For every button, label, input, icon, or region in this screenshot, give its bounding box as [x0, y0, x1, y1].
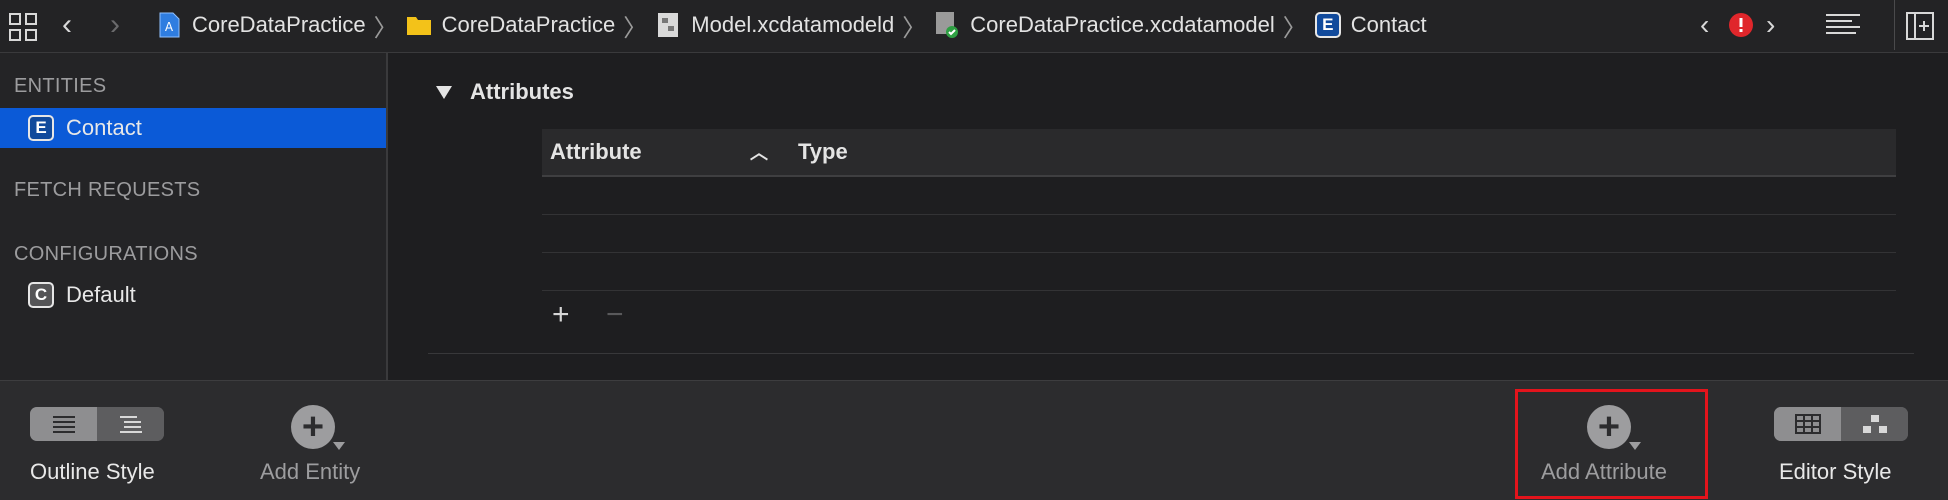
table-outline-button[interactable] [30, 407, 97, 441]
error-badge-icon[interactable] [1728, 12, 1754, 44]
breadcrumb-label: CoreDataPractice.xcdatamodel [970, 12, 1275, 37]
add-entity-label[interactable]: Add Entity [260, 459, 360, 485]
attributes-table: Attribute ︿ Type [542, 129, 1896, 291]
add-editor-icon[interactable] [1906, 12, 1934, 46]
next-issue-icon[interactable]: › [1766, 10, 1775, 40]
breadcrumb-entity[interactable]: E Contact [1314, 12, 1427, 38]
add-attribute-plus-icon[interactable]: + [552, 298, 570, 332]
jump-bar-right-tools: ‹ › [1688, 0, 1948, 50]
entities-heading: ENTITIES [14, 75, 107, 97]
breadcrumb-label: Contact [1350, 12, 1427, 37]
sidebar-item-label: Default [66, 282, 136, 307]
sort-ascending-icon[interactable]: ︿ [750, 139, 768, 165]
breadcrumb-label: CoreDataPractice [441, 12, 616, 37]
remove-attribute-minus-icon: − [606, 298, 624, 331]
document-items-icon[interactable] [1826, 12, 1860, 44]
column-header-type[interactable]: Type [798, 139, 848, 165]
breadcrumb-datamodel-version[interactable]: CoreDataPractice.xcdatamodel [934, 12, 1275, 38]
editor-style-label: Editor Style [1779, 459, 1892, 484]
folder-icon [406, 12, 432, 38]
add-entity-icon[interactable]: + [291, 405, 335, 449]
editor-style-control [1774, 407, 1908, 441]
breadcrumb-label: CoreDataPractice [192, 12, 366, 37]
configuration-icon: C [28, 282, 54, 308]
chevron-right-icon: 〉 [623, 14, 648, 42]
jump-bar: ‹ › A CoreDataPractice 〉 CoreDataPractic… [0, 0, 1948, 53]
sidebar: ENTITIES E Contact FETCH REQUESTS CONFIG… [0, 53, 388, 380]
bottom-toolbar: Outline Style + Add Entity + Add Attribu… [0, 380, 1948, 500]
breadcrumb-datamodel-bundle[interactable]: Model.xcdatamodeld [655, 12, 894, 38]
hierarchy-list-icon [119, 416, 142, 433]
table-row [542, 177, 1896, 215]
attributes-editor: Attributes Attribute ︿ Type + − [390, 53, 1948, 380]
datamodel-bundle-icon [655, 12, 681, 38]
entity-icon: E [1314, 12, 1341, 38]
fetch-requests-heading: FETCH REQUESTS [14, 179, 201, 201]
list-icon [52, 416, 75, 433]
xcode-project-icon: A [156, 12, 182, 38]
attributes-section-header[interactable]: Attributes [436, 79, 574, 105]
entity-badge: E [1314, 12, 1341, 38]
chevron-right-icon: 〉 [902, 14, 927, 42]
previous-issue-icon[interactable]: ‹ [1700, 10, 1709, 40]
breadcrumb: A CoreDataPractice 〉 CoreDataPractice 〉 … [156, 0, 1427, 50]
add-attribute-label[interactable]: Add Attribute [1541, 459, 1667, 485]
section-title: Attributes [470, 79, 574, 104]
table-editor-style-button[interactable] [1774, 407, 1841, 441]
disclosure-triangle-icon[interactable] [436, 85, 452, 99]
graph-editor-style-button[interactable] [1841, 407, 1908, 441]
breadcrumb-label: Model.xcdatamodeld [691, 12, 895, 37]
related-items-grid-icon[interactable] [8, 12, 38, 42]
sidebar-item-default[interactable]: C Default [0, 275, 386, 315]
column-header-attribute[interactable]: Attribute [550, 139, 642, 165]
sidebar-item-label: Contact [66, 115, 142, 140]
dropdown-caret-icon[interactable] [1629, 442, 1641, 450]
configurations-heading: CONFIGURATIONS [14, 243, 198, 265]
table-row [542, 253, 1896, 291]
table-grid-icon [1794, 414, 1821, 434]
breadcrumb-folder[interactable]: CoreDataPractice [406, 12, 616, 38]
chevron-right-icon: 〉 [1282, 14, 1307, 42]
table-header: Attribute ︿ Type [542, 129, 1896, 177]
forward-arrow-icon[interactable]: › [110, 10, 120, 40]
dropdown-caret-icon[interactable] [333, 442, 345, 450]
sidebar-item-contact[interactable]: E Contact [0, 108, 386, 148]
hierarchy-outline-button[interactable] [97, 407, 164, 441]
chevron-right-icon: 〉 [373, 14, 398, 42]
breadcrumb-project[interactable]: A CoreDataPractice [156, 12, 366, 38]
entity-icon: E [28, 115, 54, 141]
divider [428, 353, 1914, 354]
divider [1894, 0, 1895, 50]
datamodel-version-icon [934, 12, 960, 38]
back-arrow-icon[interactable]: ‹ [62, 10, 72, 40]
graph-icon [1862, 415, 1887, 433]
outline-style-control [30, 407, 164, 441]
svg-text:A: A [165, 20, 174, 34]
table-row [542, 215, 1896, 253]
outline-style-label: Outline Style [30, 459, 155, 484]
add-attribute-icon[interactable]: + [1587, 405, 1631, 449]
